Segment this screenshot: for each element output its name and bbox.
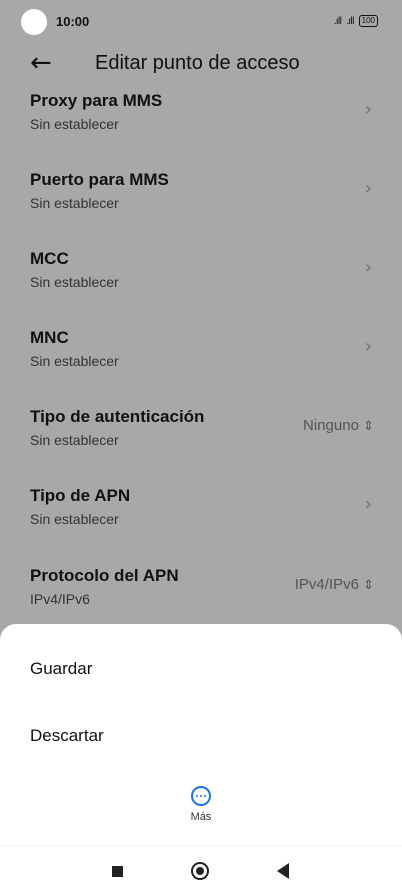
setting-title: Proxy para MMS (30, 91, 163, 110)
setting-row-mnc[interactable]: MNC Sin establecer › (0, 328, 402, 407)
chevron-right-icon: › (364, 494, 372, 515)
setting-title: Protocolo del APN (30, 566, 179, 585)
screen: 10:00 .ıll .ıll 100 ← Editar punto de ac… (0, 0, 402, 894)
setting-value-dropdown[interactable]: IPv4/IPv6 ⇕ (295, 576, 374, 593)
setting-row-auth-type[interactable]: Tipo de autenticación Sin establecer Nin… (0, 407, 402, 486)
page-title: Editar punto de acceso (95, 52, 300, 74)
setting-value: Ninguno (303, 417, 359, 434)
setting-subtitle: Sin establecer (30, 432, 119, 448)
setting-title: MNC (30, 328, 69, 347)
setting-subtitle: Sin establecer (30, 195, 119, 211)
setting-title: Puerto para MMS (30, 170, 169, 189)
setting-title: MCC (30, 249, 69, 268)
updown-chevron-icon: ⇕ (363, 578, 374, 593)
updown-chevron-icon: ⇕ (363, 419, 374, 434)
more-button[interactable]: Más (180, 786, 222, 823)
setting-title: Tipo de autenticación (30, 407, 205, 426)
status-icons: .ıll .ıll 100 (334, 15, 378, 27)
setting-subtitle: Sin establecer (30, 353, 119, 369)
setting-subtitle: Sin establecer (30, 116, 119, 132)
signal-icon: .ıll (346, 15, 354, 27)
chevron-right-icon: › (364, 99, 372, 120)
setting-title: Tipo de APN (30, 486, 131, 505)
setting-subtitle: Sin establecer (30, 511, 119, 527)
setting-row-proxy-mms[interactable]: Proxy para MMS Sin establecer › (0, 91, 402, 170)
signal-icon: .ıll (333, 15, 342, 27)
setting-value: IPv4/IPv6 (294, 576, 359, 593)
setting-row-mcc[interactable]: MCC Sin establecer › (0, 249, 402, 328)
setting-row-apn-type[interactable]: Tipo de APN Sin establecer › (0, 486, 402, 565)
status-bar: 10:00 .ıll .ıll 100 (0, 0, 402, 44)
setting-subtitle: IPv4/IPv6 (30, 591, 90, 607)
system-nav-bar (0, 845, 402, 894)
setting-value-dropdown[interactable]: Ninguno ⇕ (303, 417, 374, 434)
battery-icon: 100 (358, 15, 378, 27)
recents-icon[interactable] (112, 866, 123, 877)
home-icon[interactable] (191, 862, 209, 880)
discard-button[interactable]: Descartar (30, 726, 104, 746)
save-button[interactable]: Guardar (30, 659, 92, 679)
chevron-right-icon: › (364, 336, 372, 357)
chevron-right-icon: › (364, 257, 372, 278)
status-time: 10:00 (56, 14, 90, 29)
more-dots-icon (191, 786, 211, 806)
setting-row-puerto-mms[interactable]: Puerto para MMS Sin establecer › (0, 170, 402, 249)
back-triangle-icon[interactable] (277, 863, 289, 879)
more-label: Más (190, 811, 212, 823)
app-bar: ← Editar punto de acceso (0, 44, 402, 90)
back-arrow-icon[interactable]: ← (30, 48, 52, 78)
setting-subtitle: Sin establecer (30, 274, 119, 290)
camera-cutout (21, 9, 47, 35)
chevron-right-icon: › (364, 178, 372, 199)
